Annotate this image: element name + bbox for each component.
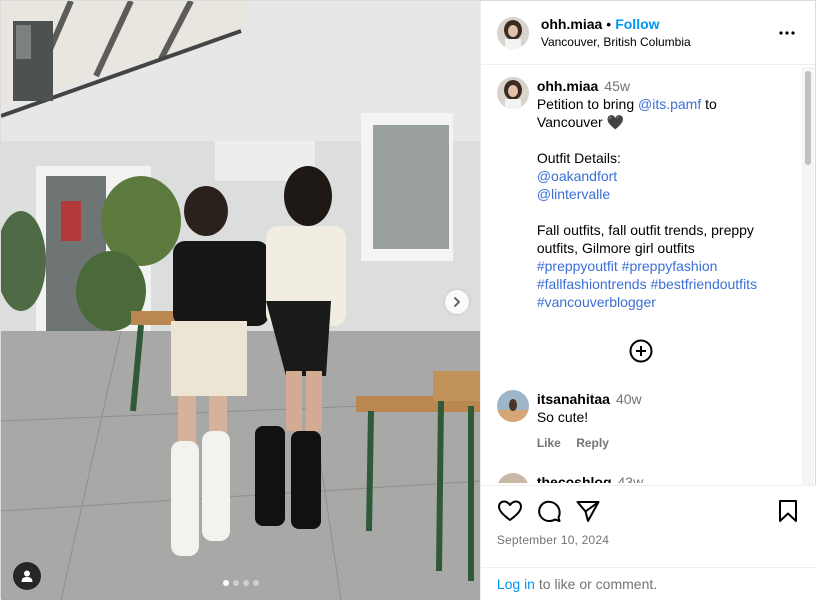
heart-icon[interactable] [497, 498, 523, 524]
post-modal: ohh.miaa • Follow Vancouver, British Colum… [0, 0, 816, 600]
avatar-image [496, 473, 529, 483]
user-tag-icon [21, 570, 33, 582]
more-options-button[interactable] [775, 21, 799, 45]
caption-line: @oakandfort [537, 167, 785, 185]
chevron-right-icon [454, 297, 460, 307]
mention-link[interactable]: @its.pamf [638, 96, 701, 112]
caption-username[interactable]: ohh.miaa [537, 78, 598, 94]
hashtag-link[interactable]: #fallfashiontrends #bestfriendoutfits [537, 276, 757, 292]
plus-circle-icon [629, 339, 653, 363]
caption-line: Petition to bring @its.pamf to [536, 96, 717, 112]
mention-link[interactable]: @oakandfort [537, 168, 617, 184]
comment-body: thecoshlog 43w [537, 473, 785, 483]
author-username[interactable]: ohh.miaa [541, 16, 602, 32]
action-icons [497, 498, 801, 524]
post-side-panel: ohh.miaa • Follow Vancouver, British Colum… [479, 1, 816, 600]
comment-username[interactable]: thecoshlog [537, 474, 612, 483]
comment-text: So cute! [536, 409, 589, 425]
caption-line: #vancouverblogger [537, 293, 785, 311]
load-more-comments-button[interactable] [629, 339, 653, 363]
avatar-image [496, 77, 529, 109]
caption-line: #fallfashiontrends #bestfriendoutfits [537, 275, 785, 293]
login-prompt: Log in to like or comment. [480, 567, 816, 600]
tagged-users-button[interactable] [13, 562, 41, 590]
comment-body: itsanahitaa 40w So cute! Like Reply [537, 390, 785, 452]
caption-line: @lintervalle [537, 185, 785, 203]
comments-scrollbar[interactable] [802, 67, 814, 485]
carousel-dot [233, 580, 239, 586]
comment-reply-button[interactable]: Reply [576, 436, 609, 450]
more-horizontal-icon [779, 30, 795, 35]
caption-line: Outfit Details: [536, 150, 621, 166]
carousel-dot [243, 580, 249, 586]
caption-line: outfits, Gilmore girl outfits [536, 240, 695, 256]
login-link[interactable]: Log in [497, 576, 535, 592]
avatar-image [496, 16, 529, 49]
caption-line: #preppyoutfit #preppyfashion [537, 257, 785, 275]
mention-link[interactable]: @lintervalle [537, 186, 610, 202]
post-date[interactable]: September 10, 2024 [497, 533, 609, 547]
comment-username[interactable]: itsanahitaa [537, 391, 610, 407]
caption-line [537, 203, 785, 221]
post-photo[interactable] [1, 1, 480, 600]
caption-line: Vancouver 🖤 [536, 114, 625, 130]
scrollbar-thumb[interactable] [805, 71, 811, 165]
bookmark-icon[interactable] [775, 498, 801, 524]
comment-actions: Like Reply [537, 434, 785, 452]
avatar[interactable] [496, 77, 529, 109]
comment: itsanahitaa 40w So cute! Like Reply [496, 390, 785, 452]
post-header: ohh.miaa • Follow Vancouver, British Colum… [480, 1, 815, 65]
carousel-indicator [223, 580, 259, 586]
avatar[interactable] [496, 16, 529, 49]
hashtag-link[interactable]: #vancouverblogger [537, 294, 656, 310]
comment-time[interactable]: 43w [618, 474, 644, 483]
login-prompt-text: to like or comment. [534, 576, 658, 592]
comment-time[interactable]: 40w [616, 391, 642, 407]
carousel-dot [223, 580, 229, 586]
post-author-meta: ohh.miaa • Follow Vancouver, British Colum… [541, 15, 775, 51]
comment-like-button[interactable]: Like [537, 436, 561, 450]
caption-line: Fall outfits, fall outfit trends, preppy [536, 222, 754, 238]
caption: ohh.miaa 45w Petition to bring @its.pamf … [496, 77, 799, 311]
photo-image [1, 1, 480, 600]
post-action-bar: September 10, 2024 Log in to like or com… [480, 485, 816, 600]
post-location[interactable]: Vancouver, British Columbia [541, 33, 775, 51]
carousel-dot [253, 580, 259, 586]
caption-body: ohh.miaa 45w Petition to bring @its.pamf … [537, 77, 785, 311]
comment-icon[interactable] [536, 498, 562, 524]
comment: thecoshlog 43w [496, 473, 785, 483]
caption-time[interactable]: 45w [604, 78, 630, 94]
hashtag-link[interactable]: #preppyoutfit #preppyfashion [537, 258, 718, 274]
carousel-next-button[interactable] [445, 290, 469, 314]
avatar[interactable] [496, 390, 529, 422]
separator: • [606, 15, 612, 32]
avatar-image [496, 390, 529, 422]
avatar[interactable] [496, 473, 529, 483]
caption-line [537, 131, 785, 149]
comments-section[interactable]: ohh.miaa 45w Petition to bring @its.pamf … [481, 65, 815, 483]
send-icon[interactable] [575, 498, 601, 524]
follow-button[interactable]: Follow [615, 16, 659, 32]
